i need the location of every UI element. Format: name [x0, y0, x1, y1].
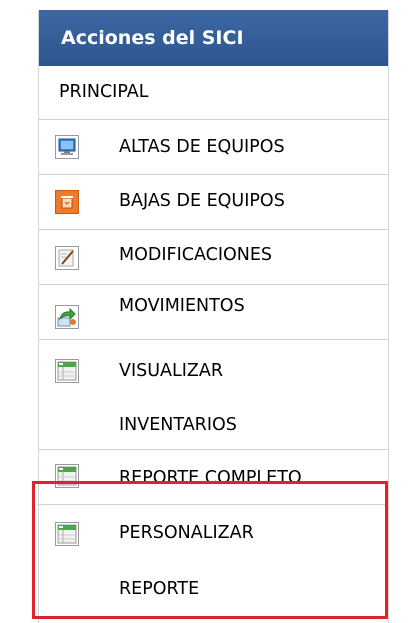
- menu-item-principal[interactable]: PRINCIPAL: [39, 66, 388, 120]
- menu-item-movimientos-label: MOVIMIENTOS: [119, 296, 245, 316]
- menu-item-movimientos[interactable]: MOVIMIENTOS: [39, 285, 388, 340]
- spreadsheet-icon: [55, 464, 79, 488]
- menu-item-personalizar-label-line2: REPORTE: [119, 579, 200, 599]
- move-arrow-icon: [55, 305, 79, 329]
- menu-item-personalizar-reporte[interactable]: PERSONALIZAR REPORTE: [39, 505, 388, 623]
- menu-item-reporte-completo-label: REPORTE COMPLETO: [119, 468, 302, 488]
- edit-icon: [55, 246, 79, 270]
- menu-item-altas-label: ALTAS DE EQUIPOS: [119, 137, 285, 157]
- menu-item-visualizar-label-line2: INVENTARIOS: [119, 415, 237, 435]
- menu-item-bajas-equipos[interactable]: BAJAS DE EQUIPOS: [39, 175, 388, 230]
- menu-item-modificaciones-label: MODIFICACIONES: [119, 245, 273, 265]
- menu-item-visualizar-inventarios[interactable]: VISUALIZAR INVENTARIOS: [39, 340, 388, 450]
- menu-item-principal-label: PRINCIPAL: [59, 82, 149, 102]
- sici-actions-menu: Acciones del SICI PRINCIPAL ALTAS DE EQU…: [38, 10, 389, 623]
- trash-icon: [55, 190, 79, 214]
- menu-item-bajas-label: BAJAS DE EQUIPOS: [119, 191, 285, 211]
- spreadsheet-icon: [55, 522, 79, 546]
- menu-header: Acciones del SICI: [39, 10, 388, 66]
- menu-item-personalizar-label-line1: PERSONALIZAR: [119, 523, 254, 543]
- menu-item-modificaciones[interactable]: MODIFICACIONES: [39, 230, 388, 285]
- menu-item-visualizar-label-line1: VISUALIZAR: [119, 361, 224, 381]
- menu-item-reporte-completo[interactable]: REPORTE COMPLETO: [39, 450, 388, 505]
- monitor-icon: [55, 135, 79, 159]
- spreadsheet-icon: [55, 359, 79, 383]
- menu-title: Acciones del SICI: [61, 27, 244, 49]
- menu-item-altas-equipos[interactable]: ALTAS DE EQUIPOS: [39, 120, 388, 175]
